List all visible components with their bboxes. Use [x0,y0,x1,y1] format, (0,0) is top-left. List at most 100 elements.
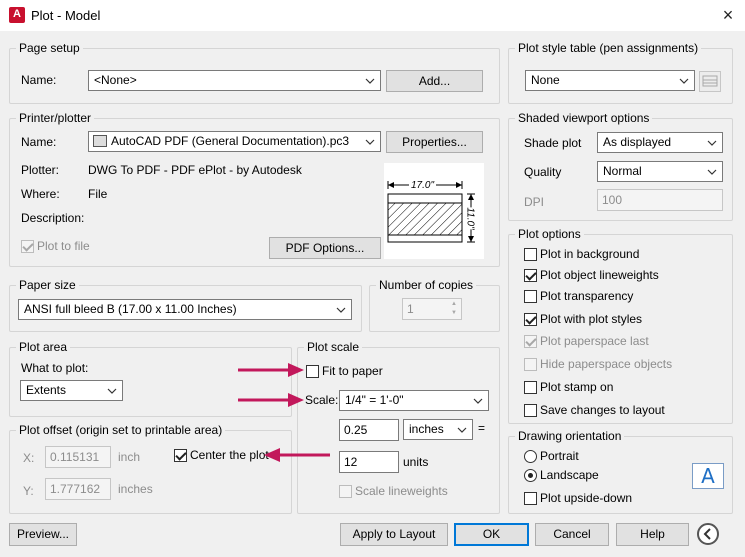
plot-option-label: Plot object lineweights [540,268,659,282]
plotter-value: DWG To PDF - PDF ePlot - by Autodesk [88,163,302,177]
plotter-icon [93,135,107,147]
scale-label: Scale: [305,393,339,407]
quality-value: Normal [603,164,642,178]
chevron-down-icon [473,391,485,410]
plot-option-checkbox[interactable] [524,290,537,303]
offset-y-input[interactable]: 1.777162 [45,478,111,500]
add-page-setup-button[interactable]: Add... [386,70,483,92]
plot-option-checkbox[interactable] [524,358,537,371]
preview-height-label: 11.0" [464,207,476,230]
plot-option-label: Plot in background [540,247,640,261]
paper-preview: 17.0" 11.0" [384,163,484,259]
plot-offset-group: Plot offset (origin set to printable are… [9,424,292,514]
plot-option-checkbox[interactable] [524,335,537,348]
plot-option-checkbox[interactable] [524,404,537,417]
portrait-radio[interactable] [524,450,537,463]
offset-x-input[interactable]: 0.115131 [45,446,111,468]
plot-to-file-checkbox[interactable] [21,240,34,253]
what-to-plot-label: What to plot: [21,361,89,375]
printer-plotter-legend: Printer/plotter [19,111,92,125]
copies-value: 1 [407,302,414,316]
plot-offset-legend: Plot offset (origin set to printable are… [19,423,223,437]
shaded-viewport-legend: Shaded viewport options [518,111,650,125]
description-label: Description: [21,211,85,225]
scale-drawing-units-input[interactable]: 12 [339,451,399,473]
help-button[interactable]: Help [616,523,689,546]
quality-label: Quality [524,165,562,179]
chevron-down-icon [107,381,119,400]
landscape-radio[interactable] [524,469,537,482]
apply-to-layout-button[interactable]: Apply to Layout [340,523,448,546]
printer-name-value: AutoCAD PDF (General Documentation).pc3 [111,134,350,148]
page-setup-name-select[interactable]: <None> [88,70,381,91]
printer-properties-button[interactable]: Properties... [386,131,483,153]
autocad-logo-icon [9,7,25,23]
page-setup-name-label: Name: [21,73,57,87]
offset-x-unit: inch [118,450,141,464]
plot-style-select[interactable]: None [525,70,695,91]
scale-units-select[interactable]: inches [403,419,473,440]
landscape-label: Landscape [540,468,599,482]
plot-option-checkbox[interactable] [524,248,537,261]
dpi-input[interactable]: 100 [597,189,723,211]
scale-lineweights-label: Scale lineweights [355,484,448,498]
plot-style-legend: Plot style table (pen assignments) [518,41,699,55]
plot-option-checkbox[interactable] [524,381,537,394]
scale-select[interactable]: 1/4" = 1'-0" [339,390,489,411]
paper-size-value: ANSI full bleed B (17.00 x 11.00 Inches) [24,302,237,316]
chevron-down-icon [707,162,719,181]
scale-lineweights-checkbox[interactable] [339,485,352,498]
drawing-orientation-legend: Drawing orientation [518,429,622,443]
edit-plot-style-button[interactable] [699,71,721,92]
collapse-options-button[interactable] [697,523,719,545]
what-to-plot-value: Extents [26,383,67,397]
page-setup-legend: Page setup [19,41,80,55]
preview-width-label: 17.0" [409,180,437,191]
plot-option-label: Plot transparency [540,289,634,303]
cancel-button[interactable]: Cancel [535,523,609,546]
chevron-down-icon [457,420,469,439]
scale-value: 1/4" = 1'-0" [345,393,404,407]
plot-option-checkbox[interactable] [524,313,537,326]
printer-name-label: Name: [21,135,57,149]
center-plot-checkbox[interactable] [174,449,187,462]
chevron-down-icon [365,71,377,90]
plot-upside-down-checkbox[interactable] [524,492,537,505]
fit-to-paper-label: Fit to paper [322,364,383,378]
offset-x-label: X: [23,451,35,465]
printer-name-select[interactable]: AutoCAD PDF (General Documentation).pc3 [88,131,381,152]
pdf-options-button[interactable]: PDF Options... [269,237,381,259]
close-icon[interactable]: × [716,4,740,26]
annotation-arrow-center [264,448,330,462]
what-to-plot-select[interactable]: Extents [20,380,123,401]
plot-option-label: Plot with plot styles [540,312,643,326]
preview-button[interactable]: Preview... [9,523,77,546]
plot-option-checkbox[interactable] [524,269,537,282]
paper-size-select[interactable]: ANSI full bleed B (17.00 x 11.00 Inches) [18,299,352,320]
where-label: Where: [21,187,60,201]
offset-y-unit: inches [118,482,153,496]
copies-spin-buttons[interactable]: ▲ ▼ [448,300,460,318]
center-plot-label: Center the plot [190,448,269,462]
plot-area-legend: Plot area [19,340,68,354]
scale-drawing-units-label: units [403,455,429,469]
scale-units-value: inches [409,422,444,436]
annotation-arrow-scale [238,393,304,407]
plot-options-legend: Plot options [518,227,581,241]
scale-paper-units-input[interactable]: 0.25 [339,419,399,441]
plot-option-label: Save changes to layout [540,403,665,417]
plot-style-value: None [531,73,560,87]
quality-select[interactable]: Normal [597,161,723,182]
portrait-label: Portrait [540,449,579,463]
chevron-left-icon [703,528,711,540]
plot-scale-legend: Plot scale [307,340,360,354]
plot-option-label: Plot paperspace last [540,334,649,348]
plot-upside-down-label: Plot upside-down [540,491,633,505]
ok-button[interactable]: OK [454,523,529,546]
fit-to-paper-checkbox[interactable] [306,365,319,378]
landscape-orientation-icon: A [692,463,724,489]
plot-to-file-label: Plot to file [37,239,90,253]
scale-equals-sign: = [478,421,486,435]
copies-stepper[interactable]: 1 ▲ ▼ [402,298,462,320]
shade-plot-select[interactable]: As displayed [597,132,723,153]
